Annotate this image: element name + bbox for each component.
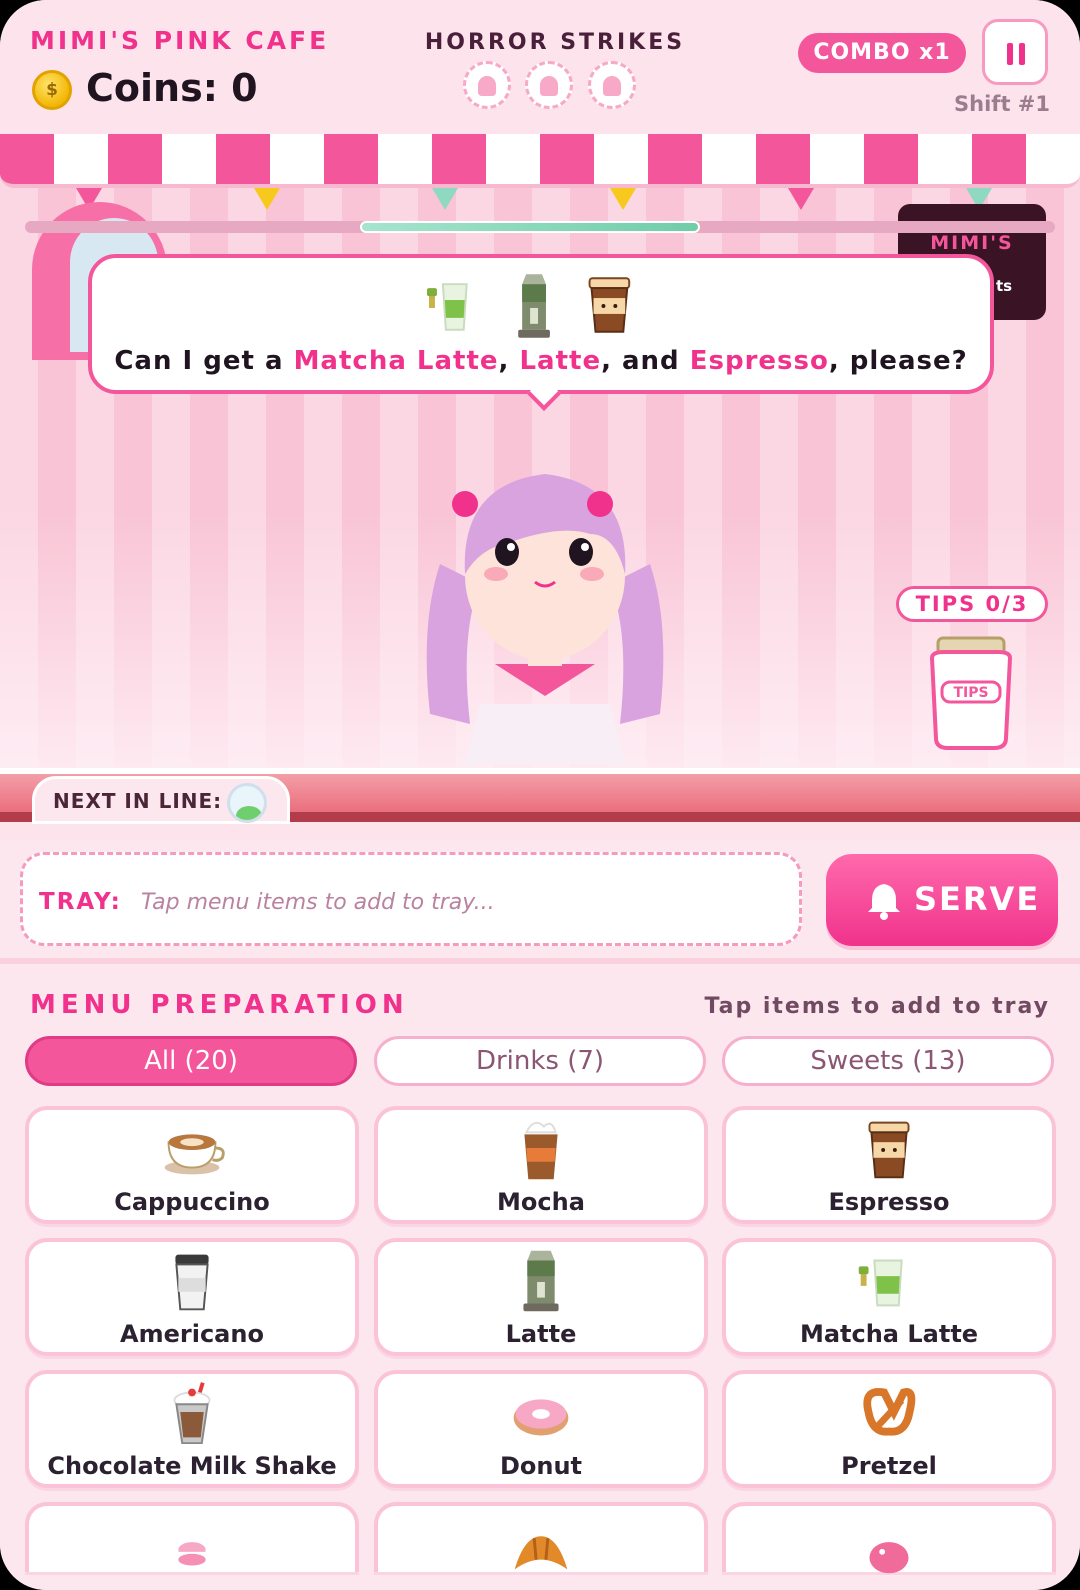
menu-item-label: Pretzel (841, 1452, 937, 1480)
menu-item-label: Mocha (497, 1188, 585, 1216)
horror-strike-ghost-icon (525, 61, 573, 109)
menu-item-croissant[interactable] (374, 1502, 708, 1572)
customer-character (426, 474, 664, 764)
menu-item-matcha-latte[interactable]: Matcha Latte (722, 1238, 1056, 1356)
patience-meter (25, 221, 1055, 233)
tab-sweets[interactable]: Sweets (13) (722, 1036, 1054, 1086)
order-request-text: Can I get a Matcha Latte, Latte, and Esp… (92, 346, 990, 376)
croissant-icon (514, 1536, 568, 1570)
menu-item-label: Latte (505, 1320, 577, 1348)
cappuccino-icon (164, 1134, 225, 1175)
menu-item-mocha[interactable]: Mocha (374, 1106, 708, 1224)
menu-panel: MENU PREPARATION Tap items to add to tra… (0, 958, 1080, 1590)
hud-bar: MIMI'S PINK CAFE $ Coins: 0 HORROR STRIK… (0, 0, 1080, 136)
game-screen: MIMI'S PINK CAFE $ Coins: 0 HORROR STRIK… (0, 0, 1080, 1590)
next-in-line: NEXT IN LINE: (32, 776, 290, 824)
order-text-separator: , and (601, 346, 690, 376)
awning (0, 134, 1080, 188)
menu-item-label: Cappuccino (114, 1188, 270, 1216)
tips-jar-label: TIPS (953, 685, 988, 701)
menu-item-donut[interactable]: Donut (374, 1370, 708, 1488)
next-in-line-label: NEXT IN LINE: (53, 789, 223, 813)
tips-counter: TIPS 0/3 (896, 586, 1048, 622)
pause-icon (1019, 43, 1025, 65)
order-item-3: Espresso (689, 346, 829, 376)
menu-item-chocolate-milk-shake[interactable]: Chocolate Milk Shake (25, 1370, 359, 1488)
menu-item-latte[interactable]: Latte (374, 1238, 708, 1356)
tray[interactable]: TRAY: Tap menu items to add to tray... (20, 852, 802, 946)
cafe-name: MIMI'S PINK CAFE (30, 26, 330, 55)
tray-placeholder: Tap menu items to add to tray... (141, 890, 495, 915)
tray-label: TRAY: (39, 889, 122, 915)
cafe-sign-line: ts (996, 277, 1013, 295)
menu-item-macaron[interactable] (25, 1502, 359, 1572)
espresso-icon (868, 1121, 910, 1179)
bunting-flag (254, 188, 280, 210)
bell-icon (868, 884, 900, 920)
menu-item-label: Matcha Latte (799, 1320, 979, 1348)
americano-icon (175, 1254, 209, 1311)
horror-strike-ghost-icon (463, 61, 511, 109)
latte-icon (518, 274, 550, 338)
menu-title: MENU PREPARATION (30, 990, 409, 1020)
espresso-icon (588, 277, 631, 333)
horror-strikes-title: HORROR STRIKES (424, 30, 686, 55)
mocha-icon (524, 1121, 558, 1180)
pretzel-icon (863, 1388, 916, 1436)
shift-number: Shift #1 (954, 92, 1050, 116)
tray-area: TRAY: Tap menu items to add to tray... S… (0, 840, 1080, 958)
donut-icon (513, 1399, 569, 1436)
milkshake-icon (173, 1382, 211, 1444)
bunting-flag (432, 188, 458, 210)
serve-button[interactable]: SERVE (826, 854, 1058, 946)
order-item-2: Latte (519, 346, 602, 376)
pause-button[interactable] (982, 19, 1048, 85)
menu-item-cappuccino[interactable]: Cappuccino (25, 1106, 359, 1224)
tips-jar-icon: TIPS (929, 636, 1013, 750)
cafe-scene: MIMI'S ce ts (0, 134, 1080, 768)
cafe-sign-title: MIMI'S (930, 232, 1014, 254)
combo-badge: COMBO x1 (798, 33, 966, 73)
pause-icon (1007, 43, 1013, 65)
menu-item-label: Donut (499, 1452, 583, 1480)
order-item-1: Matcha Latte (293, 346, 499, 376)
next-customer-avatar (227, 783, 267, 823)
patience-meter-fill (360, 221, 700, 233)
matcha-latte-icon (427, 283, 468, 331)
menu-item-pretzel[interactable]: Pretzel (722, 1370, 1056, 1488)
coin-icon: $ (32, 70, 72, 110)
serve-button-label: SERVE (914, 880, 1041, 918)
bunting-flag (788, 188, 814, 210)
order-speech-bubble: Can I get a Matcha Latte, Latte, and Esp… (88, 254, 994, 394)
bunting-flag (610, 188, 636, 210)
coins-counter: Coins: 0 (86, 66, 258, 110)
tab-all[interactable]: All (20) (25, 1036, 357, 1086)
menu-hint: Tap items to add to tray (704, 994, 1050, 1019)
menu-item-americano[interactable]: Americano (25, 1238, 359, 1356)
menu-item-label: Espresso (828, 1188, 950, 1216)
order-text-prefix: Can I get a (114, 346, 294, 376)
horror-strike-ghost-icon (588, 61, 636, 109)
macaron-icon (178, 1542, 206, 1566)
ice-cream-icon (869, 1542, 909, 1574)
tab-drinks[interactable]: Drinks (7) (374, 1036, 706, 1086)
menu-item-label: Americano (120, 1320, 264, 1348)
order-icons (427, 274, 631, 338)
latte-icon (523, 1250, 559, 1312)
order-text-separator: , (498, 346, 520, 376)
matcha-latte-icon (858, 1259, 903, 1307)
menu-item-ice-cream[interactable] (722, 1502, 1056, 1574)
order-text-suffix: , please? (828, 346, 968, 376)
menu-item-espresso[interactable]: Espresso (722, 1106, 1056, 1224)
queue-strip: NEXT IN LINE: (0, 768, 1080, 824)
menu-item-label: Chocolate Milk Shake (47, 1452, 337, 1480)
